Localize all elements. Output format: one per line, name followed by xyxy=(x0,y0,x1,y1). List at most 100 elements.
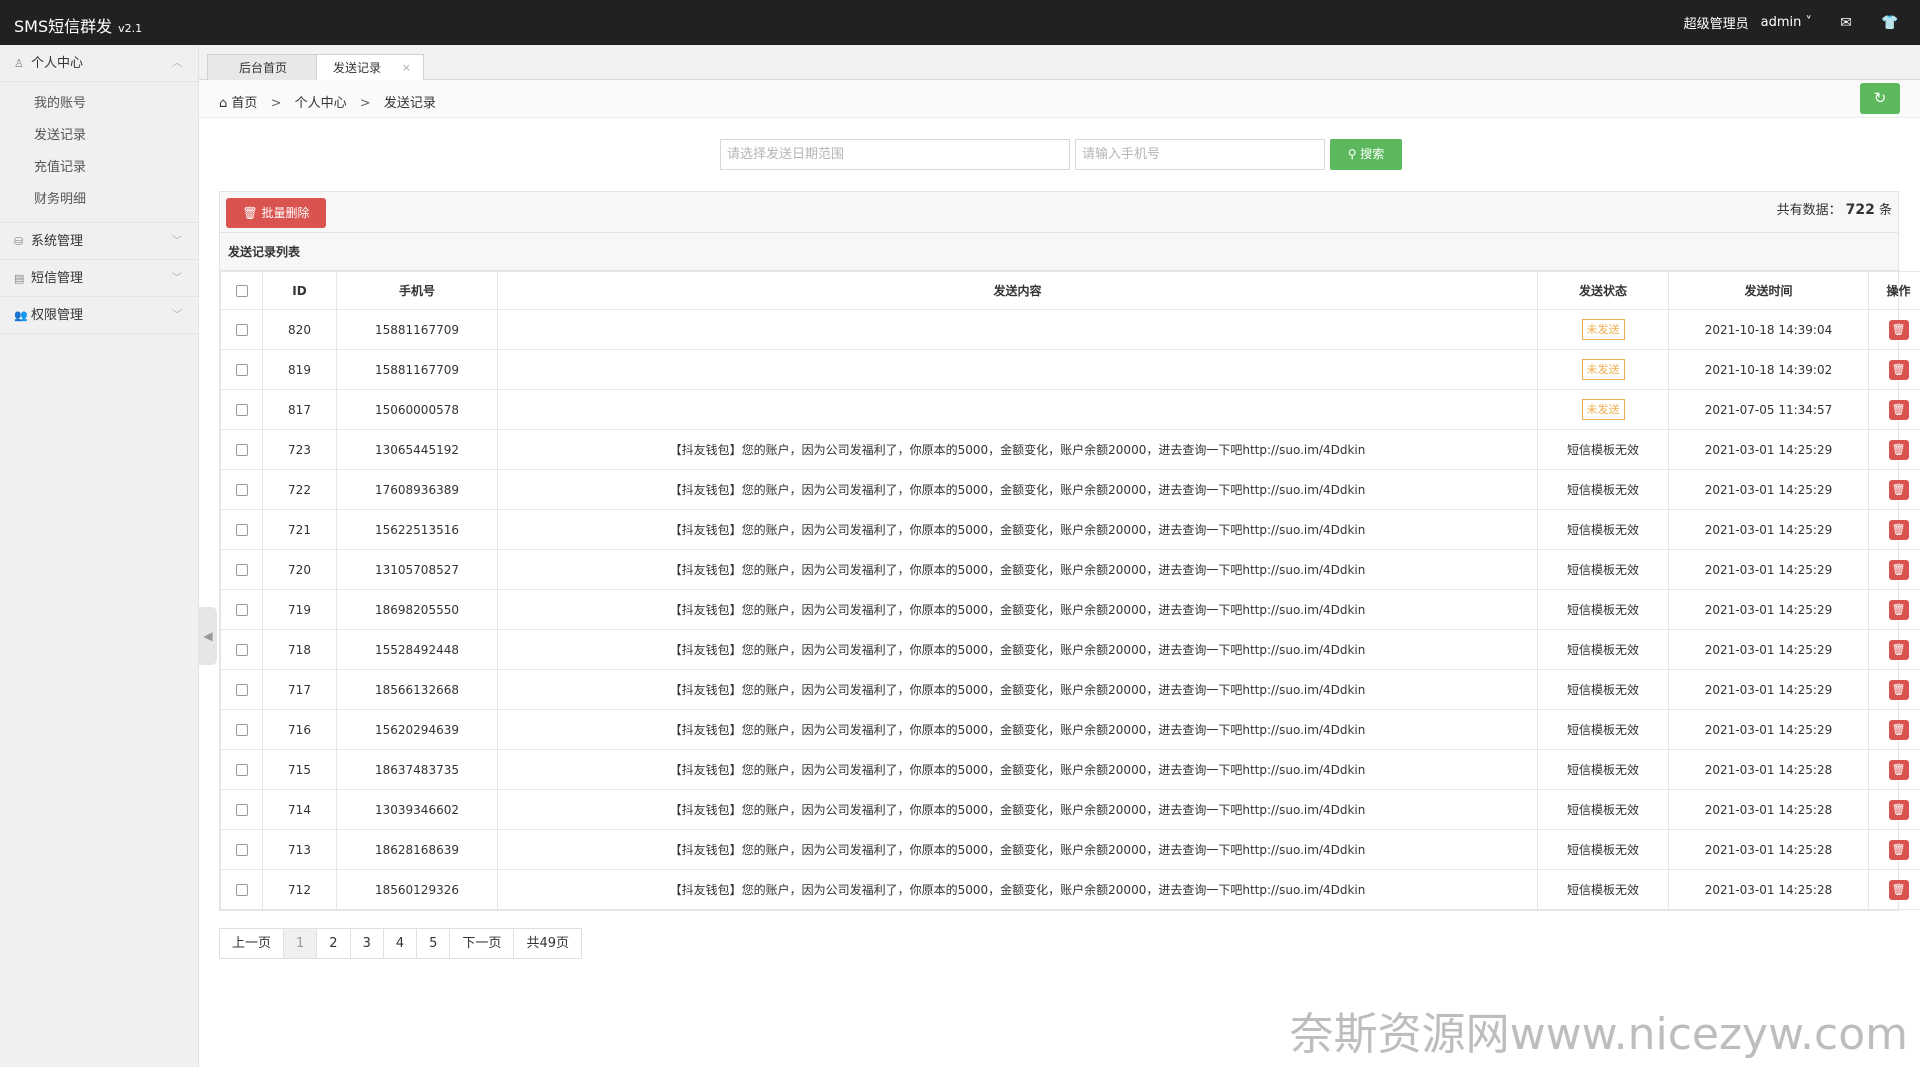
sidebar-group-sms[interactable]: ▤ 短信管理 ﹀ xyxy=(0,260,198,297)
select-all-checkbox[interactable] xyxy=(235,285,248,297)
cell-status: 短信模板无效 xyxy=(1537,869,1669,910)
delete-row-button[interactable]: 🗑 xyxy=(1888,759,1909,780)
app-title: SMS短信群发 xyxy=(14,17,113,36)
delete-row-button[interactable]: 🗑 xyxy=(1888,719,1909,740)
sidebar-item-my-account[interactable]: 我的账号 xyxy=(0,88,198,120)
pagination-next[interactable]: 下一页 xyxy=(450,929,515,958)
cell-status: 短信模板无效 xyxy=(1537,789,1669,830)
row-checkbox[interactable] xyxy=(235,804,248,816)
select-all-cell xyxy=(220,271,263,310)
table-row: 712 18560129326 【抖友钱包】您的账户，因为公司发福利了，你原本的50… xyxy=(220,869,1920,910)
refresh-button[interactable]: ↻ xyxy=(1860,83,1900,114)
cell-id: 719 xyxy=(262,589,337,630)
sidebar-item-finance-details[interactable]: 财务明细 xyxy=(0,184,198,216)
pagination-page[interactable]: 4 xyxy=(383,929,418,958)
pagination-page[interactable]: 3 xyxy=(350,929,384,958)
breadcrumb-level2[interactable]: 个人中心 xyxy=(295,96,347,111)
table-row: 718 15528492448 【抖友钱包】您的账户，因为公司发福利了，你原本的50… xyxy=(220,629,1920,670)
delete-row-button[interactable]: 🗑 xyxy=(1888,439,1909,460)
sidebar-item-send-records[interactable]: 发送记录 xyxy=(0,120,198,152)
column-header-status: 发送状态 xyxy=(1537,271,1669,310)
row-checkbox[interactable] xyxy=(235,644,248,656)
trash-icon: 🗑 xyxy=(1891,842,1906,856)
table-row: 817 15060000578 未发送 2021-07-05 11:34:57 🗑 xyxy=(220,389,1920,430)
cell-status: 短信模板无效 xyxy=(1537,429,1669,470)
sidebar-group-permission[interactable]: 👥 权限管理 ﹀ xyxy=(0,297,198,334)
row-checkbox[interactable] xyxy=(235,604,248,616)
pagination-page[interactable]: 5 xyxy=(417,929,451,958)
status-text: 短信模板无效 xyxy=(1566,483,1639,497)
cell-id: 714 xyxy=(262,789,337,830)
delete-row-button[interactable]: 🗑 xyxy=(1888,479,1909,500)
trash-icon: 🗑 xyxy=(1891,802,1906,816)
cell-actions: 🗑 xyxy=(1868,669,1920,710)
cell-status: 短信模板无效 xyxy=(1537,709,1669,750)
delete-row-button[interactable]: 🗑 xyxy=(1888,879,1909,900)
row-checkbox[interactable] xyxy=(235,684,248,696)
sidebar-group-personal[interactable]: ♙ 个人中心 ︿ xyxy=(0,45,198,82)
row-checkbox[interactable] xyxy=(235,364,248,376)
tab-home[interactable]: 后台首页 xyxy=(207,54,319,81)
row-checkbox[interactable] xyxy=(235,484,248,496)
cell-time: 2021-03-01 14:25:29 xyxy=(1668,509,1869,550)
delete-row-button[interactable]: 🗑 xyxy=(1888,599,1909,620)
cell-content: 【抖友钱包】您的账户，因为公司发福利了，你原本的5000，金额变化，账户余额20… xyxy=(497,629,1538,670)
row-checkbox[interactable] xyxy=(235,564,248,576)
records-table: ID 手机号 发送内容 发送状态 发送时间 操作 820 15881167709 未… xyxy=(220,271,1920,910)
row-checkbox[interactable] xyxy=(235,324,248,336)
pagination-page-current[interactable]: 1 xyxy=(284,929,318,958)
row-checkbox[interactable] xyxy=(235,884,248,896)
row-checkbox[interactable] xyxy=(235,764,248,776)
table-row: 820 15881167709 未发送 2021-10-18 14:39:04 🗑 xyxy=(220,309,1920,350)
delete-row-button[interactable]: 🗑 xyxy=(1888,519,1909,540)
cell-id: 718 xyxy=(262,629,337,670)
user-role: 超级管理员 xyxy=(1683,17,1749,32)
delete-row-button[interactable]: 🗑 xyxy=(1888,399,1909,420)
delete-row-button[interactable]: 🗑 xyxy=(1888,639,1909,660)
close-icon[interactable]: × xyxy=(402,55,411,81)
delete-row-button[interactable]: 🗑 xyxy=(1888,799,1909,820)
row-checkbox[interactable] xyxy=(235,404,248,416)
status-text: 短信模板无效 xyxy=(1566,443,1639,457)
table-row: 819 15881167709 未发送 2021-10-18 14:39:02 🗑 xyxy=(220,349,1920,390)
delete-row-button[interactable]: 🗑 xyxy=(1888,839,1909,860)
cell-id: 717 xyxy=(262,669,337,710)
row-select-cell xyxy=(220,429,263,470)
cell-status: 短信模板无效 xyxy=(1537,549,1669,590)
row-checkbox[interactable] xyxy=(235,444,248,456)
delete-row-button[interactable]: 🗑 xyxy=(1888,359,1909,380)
date-range-input[interactable] xyxy=(720,139,1070,170)
user-menu[interactable]: admin ˅ xyxy=(1761,15,1812,30)
status-text: 短信模板无效 xyxy=(1566,763,1639,777)
chevron-down-icon: ﹀ xyxy=(172,310,182,321)
tab-send-records[interactable]: 发送记录 × xyxy=(316,54,424,82)
pagination-page[interactable]: 2 xyxy=(317,929,351,958)
cell-time: 2021-03-01 14:25:29 xyxy=(1668,589,1869,630)
chevron-down-icon: ˅ xyxy=(1801,15,1812,30)
delete-row-button[interactable]: 🗑 xyxy=(1888,319,1909,340)
cell-status: 未发送 xyxy=(1537,389,1669,430)
refresh-icon: ↻ xyxy=(1873,89,1887,107)
batch-delete-button[interactable]: 🗑 批量删除 xyxy=(226,198,326,228)
trash-icon: 🗑 xyxy=(1891,442,1906,456)
pagination-prev[interactable]: 上一页 xyxy=(220,929,285,958)
cell-status: 未发送 xyxy=(1537,309,1669,350)
row-checkbox[interactable] xyxy=(235,724,248,736)
table-header-row: ID 手机号 发送内容 发送状态 发送时间 操作 xyxy=(220,271,1920,310)
sidebar-collapse-toggle[interactable]: ◀ xyxy=(199,607,217,665)
row-checkbox[interactable] xyxy=(235,844,248,856)
status-text: 短信模板无效 xyxy=(1566,683,1639,697)
mail-icon[interactable]: ✉ xyxy=(1836,15,1856,31)
search-button[interactable]: ⚲ 搜索 xyxy=(1330,139,1402,170)
delete-row-button[interactable]: 🗑 xyxy=(1888,679,1909,700)
trash-icon: 🗑 xyxy=(1891,722,1906,736)
phone-search-input[interactable] xyxy=(1075,139,1325,170)
cell-time: 2021-03-01 14:25:28 xyxy=(1668,829,1869,870)
sidebar-item-recharge-records[interactable]: 充值记录 xyxy=(0,152,198,184)
trash-icon: 🗑 xyxy=(1891,602,1906,616)
sidebar-group-system[interactable]: ⛁ 系统管理 ﹀ xyxy=(0,223,198,260)
breadcrumb-home[interactable]: 首页 xyxy=(231,96,257,111)
row-checkbox[interactable] xyxy=(235,524,248,536)
delete-row-button[interactable]: 🗑 xyxy=(1888,559,1909,580)
shirt-icon[interactable]: 👕 xyxy=(1880,15,1900,31)
